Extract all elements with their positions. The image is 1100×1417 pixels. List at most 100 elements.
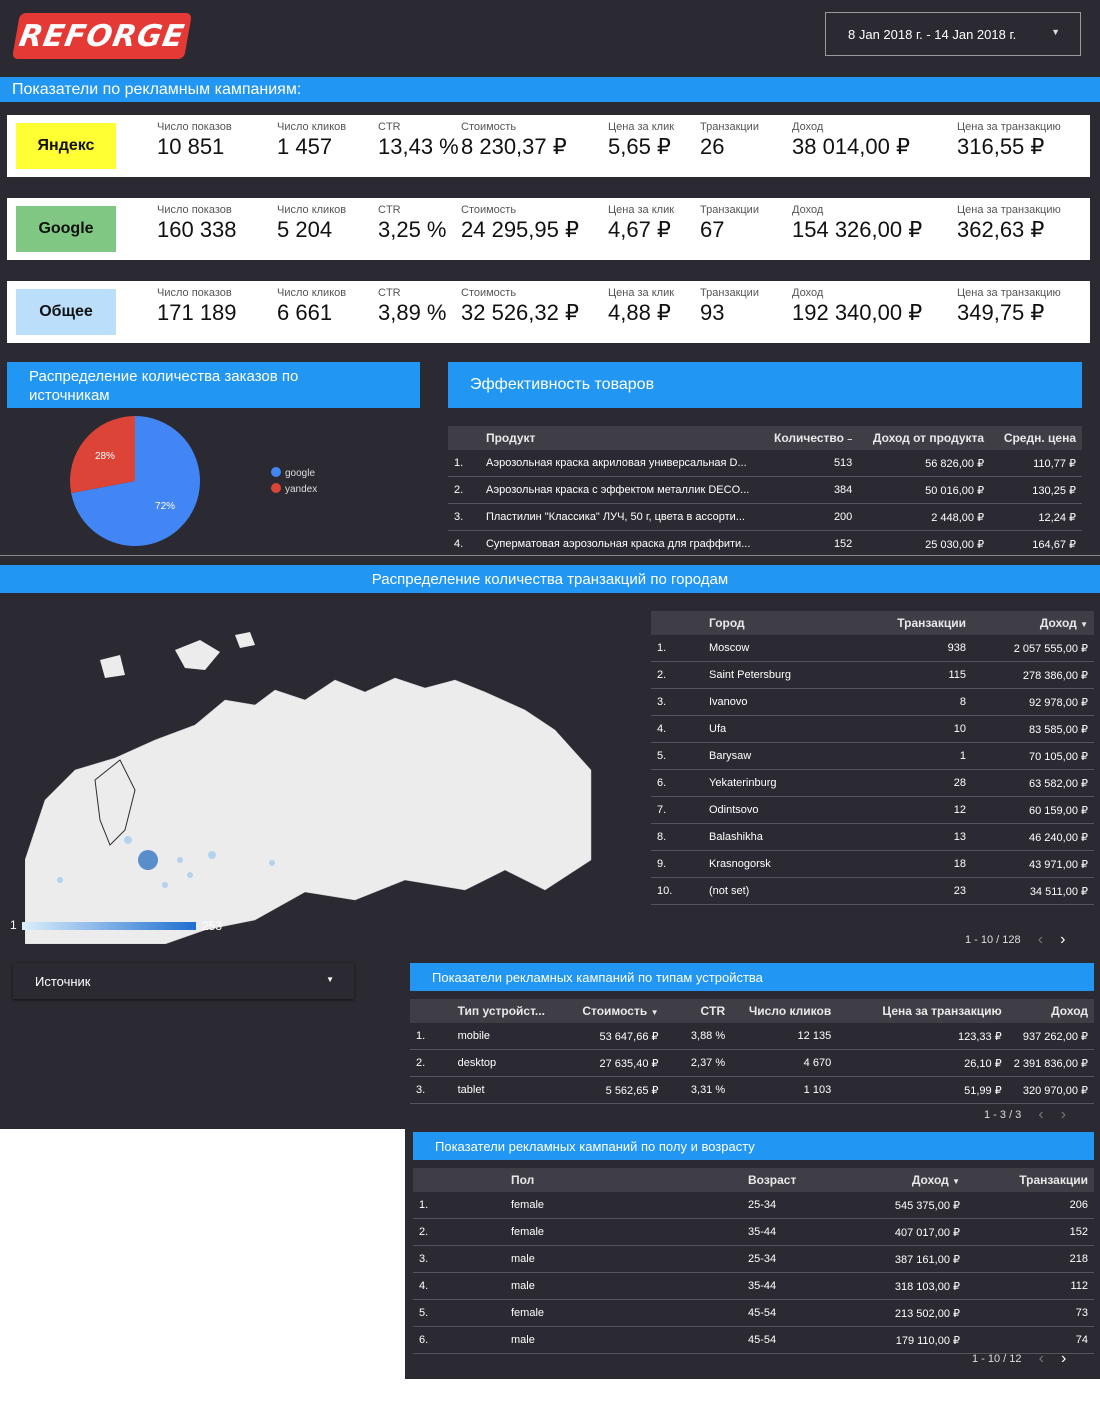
cities-table: Город Транзакции Доход ▼ 1. Moscow 938 2 05…	[651, 611, 1094, 905]
col-sex[interactable]: Пол	[505, 1168, 742, 1192]
table-cell-ctr: 3,31 %	[664, 1076, 732, 1104]
city-row[interactable]: 9. Krasnogorsk 18 43 971,00 ₽	[651, 850, 1094, 878]
col-age[interactable]: Возраст	[742, 1168, 844, 1192]
product-row[interactable]: 4. Суперматовая аэрозольная краска для гр…	[448, 530, 1082, 558]
source-filter-label: Источник	[35, 974, 91, 989]
demo-row[interactable]: 1. female 25-34 545 375,00 ₽206	[413, 1192, 1094, 1219]
demo-row[interactable]: 4. male 35-44 318 103,00 ₽112	[413, 1272, 1094, 1300]
table-cell-n: 1.	[651, 635, 703, 662]
prev-page-icon[interactable]: ‹	[1038, 1106, 1043, 1124]
device-row[interactable]: 2. desktop 27 635,40 ₽2,37 % 4 670 26,10 ₽2 …	[410, 1049, 1094, 1077]
metric-value: 160 338	[157, 217, 237, 242]
col-device-type[interactable]: Тип устройст...	[451, 999, 559, 1023]
col-revenue[interactable]: Доход ▼	[972, 611, 1094, 635]
date-range-picker[interactable]: 8 Jan 2018 г. - 14 Jan 2018 г. ▼	[825, 12, 1081, 56]
prev-page-icon[interactable]: ‹	[1039, 1350, 1044, 1368]
table-cell-city: Krasnogorsk	[703, 850, 860, 878]
table-cell-rev: 70 105,00 ₽	[972, 742, 1094, 770]
campaign-metric: Цена за транзакцию 362,63 ₽	[957, 204, 1061, 243]
col-demo-transactions[interactable]: Транзакции	[966, 1168, 1094, 1192]
table-cell-sex: female	[505, 1299, 742, 1327]
metric-value: 67	[700, 217, 725, 242]
col-product-revenue[interactable]: Доход от продукта	[858, 426, 991, 450]
col-transactions[interactable]: Транзакции	[860, 611, 972, 635]
next-page-icon[interactable]: ›	[1061, 1106, 1066, 1124]
source-filter-dropdown[interactable]: Источник ▼	[13, 963, 354, 999]
city-row[interactable]: 8. Balashikha 13 46 240,00 ₽	[651, 823, 1094, 851]
table-cell-rev: 50 016,00 ₽	[858, 476, 991, 504]
table-cell-tx: 18	[860, 850, 972, 878]
metric-label: Число кликов	[277, 287, 347, 299]
city-row[interactable]: 6. Yekaterinburg 28 63 582,00 ₽	[651, 769, 1094, 797]
campaign-metric: CTR 3,25 %	[378, 204, 447, 243]
next-page-icon[interactable]: ›	[1060, 931, 1065, 949]
city-marker	[177, 857, 183, 863]
city-row[interactable]: 7. Odintsovo 12 60 159,00 ₽	[651, 796, 1094, 824]
campaign-metric: Стоимость 24 295,95 ₽	[461, 204, 579, 243]
city-row[interactable]: 3. Ivanovo 8 92 978,00 ₽	[651, 688, 1094, 716]
table-cell-rev: 2 057 555,00 ₽	[972, 635, 1094, 662]
col-product[interactable]: Продукт	[479, 426, 757, 450]
product-row[interactable]: 3. Пластилин "Классика" ЛУЧ, 50 г, цвета …	[448, 503, 1082, 531]
col-cost[interactable]: Стоимость ▼	[558, 999, 665, 1023]
city-row[interactable]: 1. Moscow 938 2 057 555,00 ₽	[651, 635, 1094, 662]
russia-map[interactable]	[25, 630, 595, 944]
demo-row[interactable]: 3. male 25-34 387 161,00 ₽218	[413, 1245, 1094, 1273]
city-row[interactable]: 10. (not set) 23 34 511,00 ₽	[651, 877, 1094, 905]
col-avg-price[interactable]: Средн. цена	[990, 426, 1082, 450]
demo-title: Показатели рекламных кампаний по полу и …	[435, 1139, 755, 1154]
table-cell-n: 4.	[413, 1272, 505, 1300]
metric-label: CTR	[378, 287, 401, 299]
metric-label: Число показов	[157, 204, 232, 216]
campaign-metric: Число кликов 5 204	[277, 204, 346, 243]
demo-row[interactable]: 2. female 35-44 407 017,00 ₽152	[413, 1218, 1094, 1246]
table-cell-rev: 56 826,00 ₽	[858, 450, 991, 477]
col-quantity[interactable]: Количество –	[756, 426, 859, 450]
metric-value: 3,89 %	[378, 300, 447, 325]
product-row[interactable]: 1. Аэрозольная краска акриловая универсал…	[448, 450, 1082, 477]
city-row[interactable]: 2. Saint Petersburg 115 278 386,00 ₽	[651, 661, 1094, 689]
sort-desc-icon: ▼	[1080, 620, 1088, 629]
product-row[interactable]: 2. Аэрозольная краска с эффектом металлик…	[448, 476, 1082, 504]
table-cell-n: 3.	[413, 1245, 505, 1273]
table-cell-rev: 213 502,00 ₽	[844, 1299, 966, 1327]
table-cell-clicks: 12 135	[731, 1023, 838, 1050]
table-cell-age: 25-34	[742, 1245, 844, 1273]
table-cell-tx: 938	[860, 635, 972, 662]
campaign-metric: Число показов 171 189	[157, 287, 237, 326]
table-cell-cost: 27 635,40 ₽	[558, 1049, 665, 1077]
table-cell-type: desktop	[451, 1049, 559, 1077]
table-cell-qty: 200	[756, 503, 859, 531]
table-cell-ctr: 3,88 %	[664, 1023, 732, 1050]
metric-label: Транзакции	[700, 287, 759, 299]
campaign-metric: Число кликов 6 661	[277, 287, 346, 326]
table-cell-rev: 2 391 836,00 ₽	[1007, 1049, 1094, 1077]
table-cell-city: Ufa	[703, 715, 860, 743]
next-page-icon[interactable]: ›	[1061, 1350, 1066, 1368]
campaign-name-badge: Google	[16, 206, 116, 252]
demo-pager: 1 - 10 / 12 ‹ ›	[972, 1350, 1066, 1368]
table-cell-n: 4.	[448, 530, 480, 558]
device-row[interactable]: 3. tablet 5 562,65 ₽3,31 % 1 103 51,99 ₽320 …	[410, 1076, 1094, 1104]
col-cost-per-transaction[interactable]: Цена за транзакцию	[837, 999, 1008, 1023]
col-device-revenue[interactable]: Доход	[1007, 999, 1094, 1023]
col-demo-revenue[interactable]: Доход ▼	[844, 1168, 966, 1192]
metric-label: Цена за клик	[608, 121, 675, 133]
city-row[interactable]: 4. Ufa 10 83 585,00 ₽	[651, 715, 1094, 743]
device-row[interactable]: 1. mobile 53 647,66 ₽3,88 % 12 135 123,33 ₽9…	[410, 1023, 1094, 1050]
demo-row[interactable]: 5. female 45-54 213 502,00 ₽73	[413, 1299, 1094, 1327]
city-marker	[57, 877, 63, 883]
col-city[interactable]: Город	[703, 611, 860, 635]
table-cell-city: Ivanovo	[703, 688, 860, 716]
table-cell-tx: 73	[966, 1299, 1094, 1327]
prev-page-icon[interactable]: ‹	[1038, 931, 1043, 949]
campaign-metric: CTR 3,89 %	[378, 287, 447, 326]
col-clicks[interactable]: Число кликов	[731, 999, 838, 1023]
table-cell-n: 5.	[413, 1299, 505, 1327]
col-ctr[interactable]: CTR	[664, 999, 732, 1023]
pie-title: Распределение количества заказов по исто…	[29, 368, 299, 404]
table-cell-tx: 23	[860, 877, 972, 905]
table-cell-tx: 112	[966, 1272, 1094, 1300]
city-row[interactable]: 5. Barysaw 1 70 105,00 ₽	[651, 742, 1094, 770]
dropdown-caret-icon: ▼	[326, 975, 334, 984]
